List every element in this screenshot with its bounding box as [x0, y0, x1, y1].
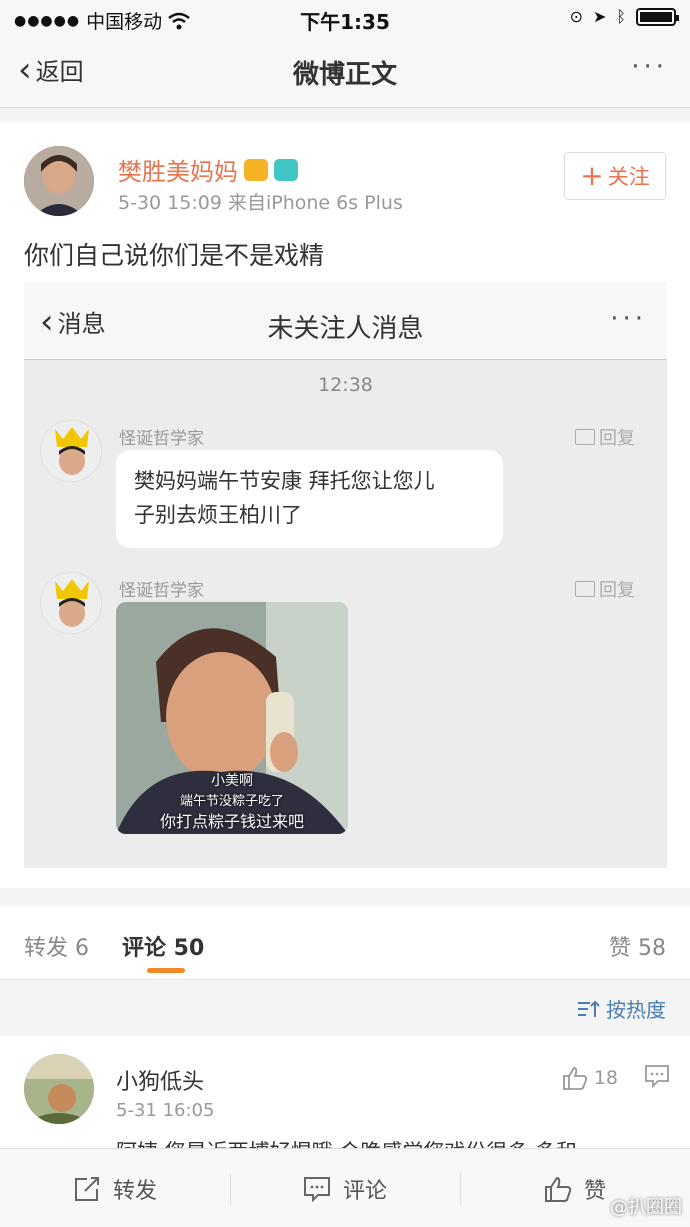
meme-caption: 端午节没粽子吃了: [179, 794, 284, 809]
status-bar: ●●●●● 中国移动 下午1:35 ⊙ ➤ ᛒ: [0, 0, 690, 36]
reply-label: 回复: [599, 580, 635, 601]
reply-link: 回复: [575, 424, 635, 450]
battery-icon: [636, 7, 679, 26]
bluetooth-icon: ᛒ: [616, 7, 626, 26]
meme-image: 小美啊 端午节没粽子吃了 你打点粽子钱过来吧: [116, 602, 348, 834]
vip-crown-icon: [244, 158, 268, 181]
author-avatar[interactable]: [24, 146, 94, 216]
more-button[interactable]: ···: [631, 52, 668, 82]
nav-bar: ‹ 返回 微博正文 ···: [0, 36, 690, 108]
post-meta: 5-30 15:09 来自iPhone 6s Plus: [118, 188, 403, 215]
plus-icon: +: [580, 159, 604, 192]
meme-caption: 你打点粽子钱过来吧: [159, 812, 304, 831]
post-card: 樊胜美妈妈 5-30 15:09 来自iPhone 6s Plus + 关注 你…: [0, 122, 690, 888]
reply-icon: [575, 581, 595, 597]
repost-label: 转发: [112, 1178, 157, 1204]
follow-label: 关注: [607, 165, 650, 189]
screenshot-nav: ‹ 消息 未关注人消息 ···: [24, 282, 667, 360]
sort-button[interactable]: 按热度: [576, 994, 666, 1023]
post-text: 你们自己说你们是不是戏精: [24, 241, 325, 270]
comment-icon: [303, 1176, 330, 1202]
thumbs-up-icon: [544, 1176, 572, 1202]
sort-label: 按热度: [606, 998, 666, 1022]
sender-avatar: [40, 420, 102, 482]
author-name[interactable]: 樊胜美妈妈: [118, 152, 238, 187]
comment-like-button[interactable]: 18: [562, 1066, 618, 1090]
engagement-tabs: 转发 6 评论 50 赞 58: [0, 906, 690, 980]
bottom-action-bar: 转发 评论 赞 @扒圈圈: [0, 1148, 690, 1227]
lock-rotation-icon: ⊙: [569, 7, 583, 26]
sender-name: 怪诞哲学家: [119, 581, 204, 601]
comment-reply-button[interactable]: [644, 1064, 670, 1092]
repost-button[interactable]: 转发: [0, 1149, 230, 1227]
sort-icon: [578, 1000, 600, 1017]
post-time: 5-30 15:09: [118, 192, 222, 214]
like-label: 赞: [583, 1178, 606, 1204]
message-bubble: 樊妈妈端午节安康 拜托您让您儿 子别去烦王柏川了: [116, 450, 503, 548]
comment-icon: [645, 1065, 669, 1089]
watermark: @扒圈圈: [610, 1197, 682, 1218]
embedded-screenshot[interactable]: ‹ 消息 未关注人消息 ··· 12:38 怪诞哲学家 回复 樊妈妈端午节安康 …: [24, 282, 667, 868]
reply-link: 回复: [575, 576, 635, 602]
reply-label: 回复: [599, 428, 635, 449]
tab-repost[interactable]: 转发 6: [24, 930, 89, 962]
sender-avatar: [40, 572, 102, 634]
message-line: 樊妈妈端午节安康 拜托您让您儿: [134, 469, 435, 493]
repost-icon: [74, 1176, 99, 1201]
tab-like[interactable]: 赞 58: [609, 930, 666, 962]
commenter-name[interactable]: 小狗低头: [116, 1064, 204, 1096]
comment-label: 评论: [342, 1178, 387, 1204]
thumbs-up-icon: [562, 1067, 587, 1090]
meme-caption: 小美啊: [211, 773, 253, 789]
page-title: 微博正文: [292, 60, 397, 90]
sender-name: 怪诞哲学家: [119, 429, 204, 449]
follow-button[interactable]: + 关注: [564, 152, 666, 200]
screenshot-time: 12:38: [318, 374, 373, 396]
sort-bar: 按热度: [0, 980, 690, 1036]
post-source: 来自iPhone 6s Plus: [227, 192, 403, 214]
comment-like-count: 18: [593, 1067, 618, 1089]
camera-badge-icon: [274, 158, 298, 181]
location-icon: ➤: [592, 7, 607, 26]
screenshot-more-icon: ···: [610, 304, 647, 334]
active-tab-indicator: [147, 968, 185, 973]
comment-button[interactable]: 评论: [230, 1149, 460, 1227]
commenter-avatar[interactable]: [24, 1054, 94, 1124]
message-line: 子别去烦王柏川了: [134, 503, 302, 527]
tab-comment[interactable]: 评论 50: [122, 930, 204, 962]
comment-time: 5-31 16:05: [116, 1100, 215, 1121]
screenshot-title: 未关注人消息: [267, 314, 424, 344]
reply-icon: [575, 429, 595, 445]
